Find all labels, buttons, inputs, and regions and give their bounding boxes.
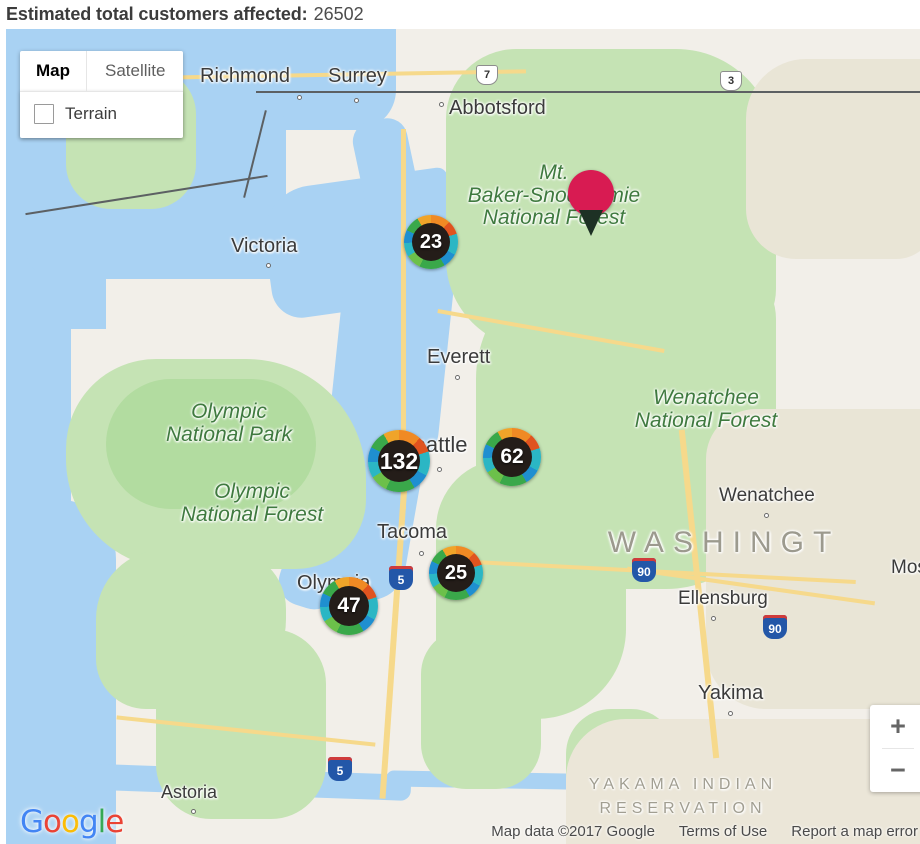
zoom-out-button[interactable]: − <box>870 749 920 792</box>
map-type-control[interactable]: Map Satellite Terrain <box>20 51 184 138</box>
google-logo: Google <box>20 804 124 840</box>
cluster-count-label: 132 <box>379 447 419 474</box>
customers-affected-label: Estimated total customers affected: <box>6 4 308 24</box>
google-logo-letter-3: g <box>78 804 99 840</box>
minus-icon: − <box>890 755 906 785</box>
outage-cluster-marker[interactable]: 62 <box>483 428 541 486</box>
map-markers-layer: 23 132 62 25 47 <box>6 29 920 844</box>
map-type-satellite-button[interactable]: Satellite <box>86 51 183 91</box>
outage-cluster-marker[interactable]: 23 <box>404 215 458 269</box>
map-pin-marker[interactable] <box>568 170 614 236</box>
cluster-count-label: 62 <box>500 445 524 468</box>
map-type-buttons: Map Satellite <box>20 51 183 91</box>
map-type-map-button[interactable]: Map <box>20 51 86 91</box>
power-outage-map-page: Estimated total customers affected: 2650… <box>0 0 920 844</box>
terms-of-use-link[interactable]: Terms of Use <box>679 823 767 840</box>
zoom-control[interactable]: + − <box>870 705 920 792</box>
zoom-in-button[interactable]: + <box>870 705 920 748</box>
outage-cluster-marker[interactable]: 132 <box>368 430 430 492</box>
cluster-count-label: 47 <box>337 594 361 617</box>
page-title: Estimated total customers affected: 2650… <box>0 0 920 29</box>
outage-cluster-marker[interactable]: 25 <box>429 546 483 600</box>
google-map[interactable]: NanaimoRichmondSurreyAbbotsfordVictoriaE… <box>6 29 920 844</box>
report-map-error-link[interactable]: Report a map error <box>791 823 918 840</box>
terrain-label: Terrain <box>65 104 117 123</box>
cluster-count-label: 25 <box>444 561 468 584</box>
customers-affected-value: 26502 <box>313 4 364 24</box>
map-data-attribution: Map data ©2017 Google <box>491 823 655 840</box>
terrain-checkbox[interactable] <box>34 104 54 124</box>
outage-cluster-marker[interactable]: 47 <box>320 577 378 635</box>
map-attribution: Map data ©2017 Google Terms of Use Repor… <box>491 823 918 840</box>
cluster-count-label: 23 <box>419 230 443 253</box>
google-logo-letter-2: o <box>61 804 80 840</box>
plus-icon: + <box>890 711 906 741</box>
map-pin-tail <box>579 210 603 236</box>
terrain-option-row[interactable]: Terrain <box>20 91 184 138</box>
google-logo-letter-5: e <box>105 804 124 840</box>
google-logo-letter-1: o <box>43 804 62 840</box>
google-logo-letter-0: G <box>20 804 44 840</box>
